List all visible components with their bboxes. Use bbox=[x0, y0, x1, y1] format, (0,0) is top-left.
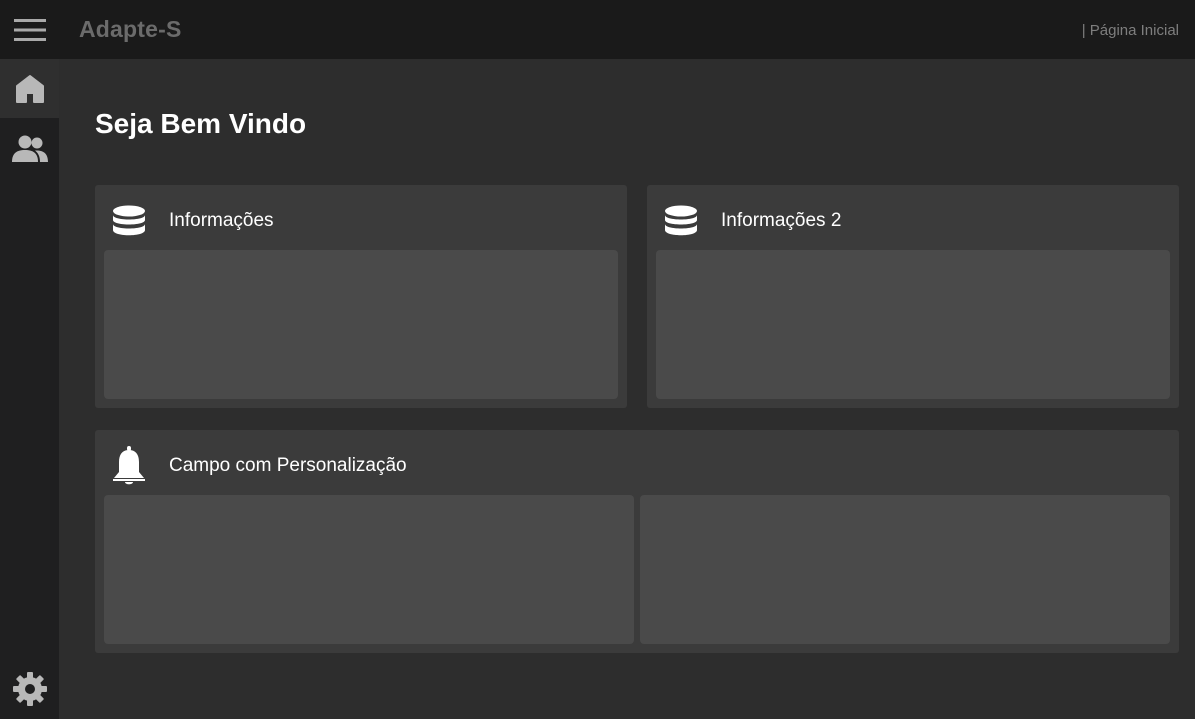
app-title: Adapte-S bbox=[79, 16, 182, 42]
card-title: Informações bbox=[169, 210, 274, 231]
hamburger-menu-button[interactable] bbox=[0, 0, 59, 59]
gear-icon bbox=[12, 671, 47, 706]
database-icon bbox=[111, 203, 147, 239]
custom-field-card: Campo com Personalização bbox=[95, 430, 1179, 653]
custom-panel-left bbox=[104, 495, 634, 644]
sidebar bbox=[0, 0, 59, 719]
bell-icon bbox=[111, 446, 147, 485]
info-panel bbox=[104, 250, 618, 399]
hamburger-menu-icon bbox=[13, 18, 46, 41]
breadcrumb: | Página Inicial bbox=[1081, 22, 1179, 39]
custom-panel-right bbox=[640, 495, 1170, 644]
settings-button[interactable] bbox=[0, 659, 59, 718]
top-bar: Adapte-S | Página Inicial bbox=[59, 0, 1195, 59]
info-panel bbox=[656, 250, 1170, 399]
sidebar-item-home[interactable] bbox=[0, 59, 59, 118]
users-icon bbox=[11, 135, 48, 162]
home-icon bbox=[15, 74, 44, 103]
app-window: Adapte-S | Página Inicial Seja Bem Vindo… bbox=[0, 0, 1195, 719]
database-icon bbox=[663, 203, 699, 239]
card-title: Campo com Personalização bbox=[169, 455, 407, 476]
info-card: Informações bbox=[95, 185, 627, 408]
info-card-2: Informações 2 bbox=[647, 185, 1179, 408]
page-title: Seja Bem Vindo bbox=[95, 108, 307, 139]
card-title: Informações 2 bbox=[721, 210, 842, 231]
sidebar-item-users[interactable] bbox=[0, 119, 59, 178]
